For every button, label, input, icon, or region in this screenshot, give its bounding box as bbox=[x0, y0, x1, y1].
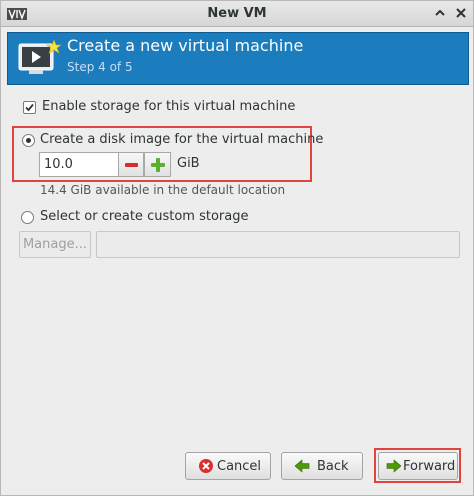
checkbox-checked-icon bbox=[25, 103, 34, 112]
back-button[interactable]: Back bbox=[281, 452, 363, 480]
custom-storage-radio[interactable] bbox=[21, 211, 34, 224]
increase-size-button[interactable] bbox=[144, 152, 171, 177]
back-arrow-icon bbox=[294, 458, 310, 474]
size-unit-label: GiB bbox=[177, 156, 200, 171]
enable-storage-checkbox[interactable] bbox=[23, 101, 36, 114]
close-icon[interactable] bbox=[454, 6, 468, 20]
collapse-up-icon[interactable] bbox=[433, 6, 447, 20]
forward-button[interactable]: Forward bbox=[378, 452, 458, 480]
custom-storage-path-field[interactable] bbox=[96, 231, 460, 258]
forward-label: Forward bbox=[403, 459, 456, 474]
create-disk-label[interactable]: Create a disk image for the virtual mach… bbox=[40, 132, 323, 147]
disk-size-input[interactable]: 10.0 bbox=[39, 152, 119, 177]
new-vm-window: New VM Create a new virtual machine Step… bbox=[0, 0, 474, 496]
new-vm-icon bbox=[17, 38, 63, 80]
custom-storage-label[interactable]: Select or create custom storage bbox=[40, 209, 248, 224]
enable-storage-label[interactable]: Enable storage for this virtual machine bbox=[42, 99, 295, 114]
back-label: Back bbox=[317, 459, 349, 474]
header-banner: Create a new virtual machine Step 4 of 5 bbox=[7, 32, 469, 85]
forward-arrow-icon bbox=[386, 458, 402, 474]
manage-button[interactable]: Manage... bbox=[19, 231, 91, 258]
minus-icon bbox=[125, 163, 138, 167]
cancel-icon bbox=[198, 458, 214, 474]
titlebar: New VM bbox=[1, 1, 473, 27]
step-indicator: Step 4 of 5 bbox=[67, 60, 133, 74]
window-title: New VM bbox=[207, 6, 267, 21]
available-space-text: 14.4 GiB available in the default locati… bbox=[40, 183, 286, 197]
cancel-label: Cancel bbox=[217, 459, 262, 474]
decrease-size-button[interactable] bbox=[118, 152, 144, 177]
create-disk-radio[interactable] bbox=[22, 134, 35, 147]
cancel-button[interactable]: Cancel bbox=[185, 452, 271, 480]
page-heading: Create a new virtual machine bbox=[67, 36, 304, 55]
